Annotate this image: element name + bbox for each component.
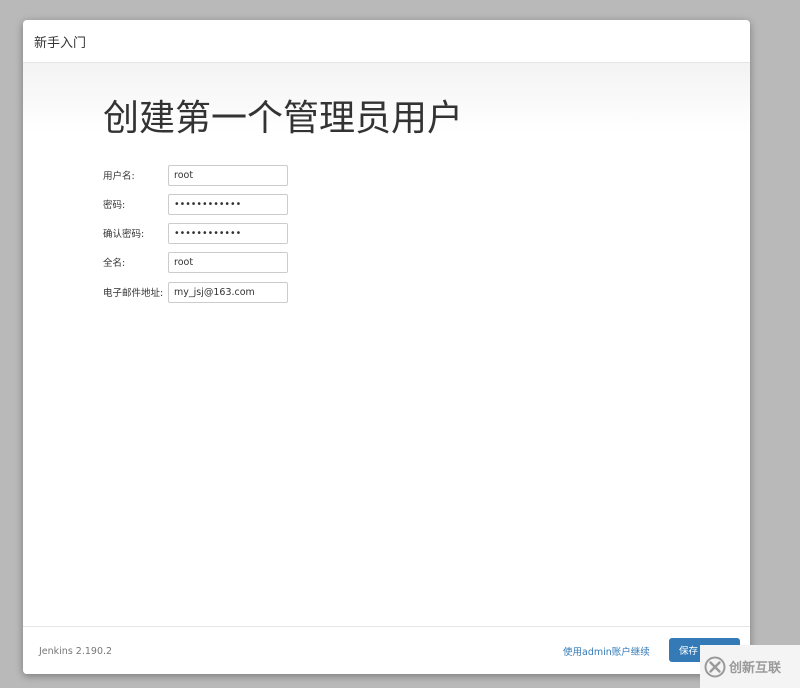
form-row-username: 用户名: — [103, 164, 288, 186]
watermark: 创新互联 — [700, 645, 800, 688]
email-label: 电子邮件地址: — [103, 288, 164, 299]
version-label: Jenkins 2.190.2 — [39, 646, 113, 657]
page-title: 创建第一个管理员用户 — [103, 98, 464, 139]
form-row-confirm-password: 确认密码: — [103, 222, 288, 244]
username-label: 用户名: — [103, 171, 135, 182]
continue-as-admin-link[interactable]: 使用admin账户继续 — [563, 644, 650, 658]
email-input[interactable] — [168, 281, 288, 303]
dialog-header: 新手入门 — [23, 20, 750, 63]
form-row-fullname: 全名: — [103, 251, 288, 273]
confirm-password-input[interactable] — [168, 222, 288, 244]
setup-dialog: 新手入门 创建第一个管理员用户 用户名: 密码: 确认密码: 全名: 电子邮件地… — [23, 20, 750, 674]
form-row-email: 电子邮件地址: — [103, 281, 288, 303]
fullname-input[interactable] — [168, 251, 288, 273]
dialog-footer: Jenkins 2.190.2 使用admin账户继续 保存 — [23, 626, 750, 674]
username-input[interactable] — [168, 164, 288, 186]
password-input[interactable] — [168, 193, 288, 215]
watermark-text: 创新互联 — [729, 661, 782, 676]
x-circle-logo-icon — [704, 656, 726, 677]
confirm-password-label: 确认密码: — [103, 229, 145, 240]
fullname-label: 全名: — [103, 258, 126, 269]
form-row-password: 密码: — [103, 193, 288, 215]
dialog-title: 新手入门 — [34, 35, 87, 51]
dialog-body: 创建第一个管理员用户 用户名: 密码: 确认密码: 全名: 电子邮件地址: — [23, 63, 750, 626]
password-label: 密码: — [103, 200, 126, 211]
